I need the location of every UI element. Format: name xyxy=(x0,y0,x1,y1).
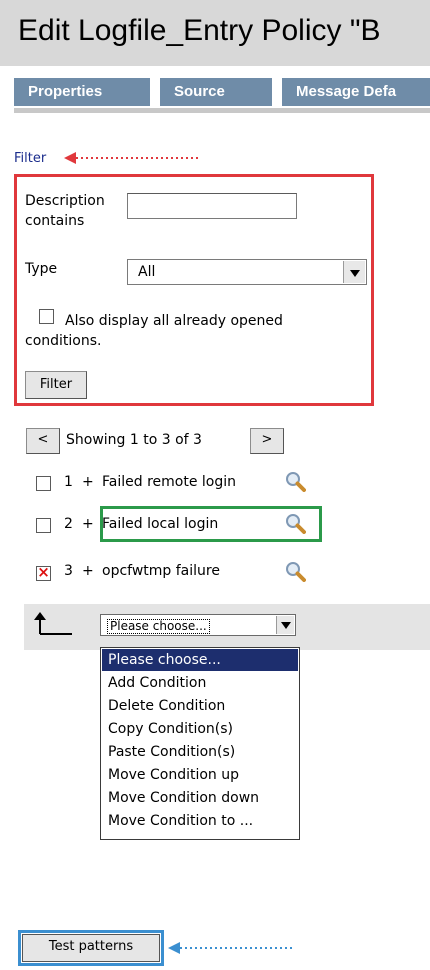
tab-bar: Properties Source Message Defa xyxy=(14,78,430,106)
tab-properties-label: Properties xyxy=(28,83,103,100)
blue-arrow-annotation xyxy=(168,942,294,954)
tab-message-defaults-label: Message Defa xyxy=(296,83,397,100)
condition-expand-toggle[interactable]: + xyxy=(82,563,94,579)
magnifier-icon[interactable] xyxy=(284,470,306,492)
condition-number: 2 xyxy=(64,516,73,532)
option-delete-condition[interactable]: Delete Condition xyxy=(102,695,298,717)
option-move-condition-down[interactable]: Move Condition down xyxy=(102,787,298,809)
tab-properties[interactable]: Properties xyxy=(14,78,150,106)
next-page-label: > xyxy=(261,432,273,447)
test-patterns-button[interactable]: Test patterns xyxy=(18,930,164,966)
tab-source[interactable]: Source xyxy=(160,78,272,106)
description-label-line1: Description xyxy=(25,193,105,209)
condition-checkbox[interactable] xyxy=(36,518,51,533)
action-select-value: Please choose... xyxy=(107,619,210,634)
prev-page-label: < xyxy=(37,432,49,447)
condition-name[interactable]: Failed remote login xyxy=(102,474,236,490)
type-select-value: All xyxy=(138,264,156,280)
filter-button-label: Filter xyxy=(39,377,73,392)
test-patterns-label: Test patterns xyxy=(48,939,134,954)
filter-button[interactable]: Filter xyxy=(25,371,87,399)
also-display-label-line1: Also display all already opened xyxy=(65,313,283,329)
option-move-condition-up[interactable]: Move Condition up xyxy=(102,764,298,786)
action-bar: Please choose... xyxy=(24,604,430,650)
tab-message-defaults[interactable]: Message Defa xyxy=(282,78,430,106)
option-add-condition[interactable]: Add Condition xyxy=(102,672,298,694)
condition-expand-toggle[interactable]: + xyxy=(82,516,94,532)
option-please-choose[interactable]: Please choose... xyxy=(102,649,298,671)
option-copy-conditions[interactable]: Copy Condition(s) xyxy=(102,718,298,740)
chevron-down-icon xyxy=(276,616,294,634)
chevron-down-icon xyxy=(343,261,365,283)
magnifier-icon[interactable] xyxy=(284,560,306,582)
prev-page-button[interactable]: < xyxy=(26,428,60,454)
type-label: Type xyxy=(25,261,58,277)
option-paste-conditions[interactable]: Paste Condition(s) xyxy=(102,741,298,763)
description-label-line2: contains xyxy=(25,213,85,229)
type-select[interactable]: All xyxy=(127,259,367,285)
tab-source-label: Source xyxy=(174,83,225,100)
title-bar: Edit Logfile_Entry Policy "B xyxy=(0,0,430,66)
red-arrow-annotation xyxy=(64,152,200,164)
also-display-checkbox[interactable] xyxy=(39,309,54,324)
condition-name[interactable]: opcfwtmp failure xyxy=(102,563,220,579)
also-display-label-line2: conditions. xyxy=(25,333,102,349)
tab-divider xyxy=(14,108,430,113)
condition-number: 3 xyxy=(64,563,73,579)
action-options-listbox: Please choose... Add Condition Delete Co… xyxy=(100,647,300,840)
condition-expand-toggle[interactable]: + xyxy=(82,474,94,490)
condition-checkbox[interactable] xyxy=(36,476,51,491)
condition-number: 1 xyxy=(64,474,73,490)
checkmark-x-icon: × xyxy=(37,563,50,581)
arrow-up-icon xyxy=(34,612,72,635)
condition-checkbox-checked[interactable]: × xyxy=(36,563,51,581)
page-title: Edit Logfile_Entry Policy "B xyxy=(18,14,381,47)
next-page-button[interactable]: > xyxy=(250,428,284,454)
filter-link[interactable]: Filter xyxy=(14,151,46,166)
action-select[interactable]: Please choose... xyxy=(100,614,296,636)
option-move-condition-to[interactable]: Move Condition to ... xyxy=(102,810,298,832)
pager-status: Showing 1 to 3 of 3 xyxy=(66,432,202,448)
description-input[interactable] xyxy=(127,193,297,219)
green-highlight-annotation xyxy=(100,506,322,542)
filter-panel: Description contains Type All Also displ… xyxy=(14,174,374,406)
